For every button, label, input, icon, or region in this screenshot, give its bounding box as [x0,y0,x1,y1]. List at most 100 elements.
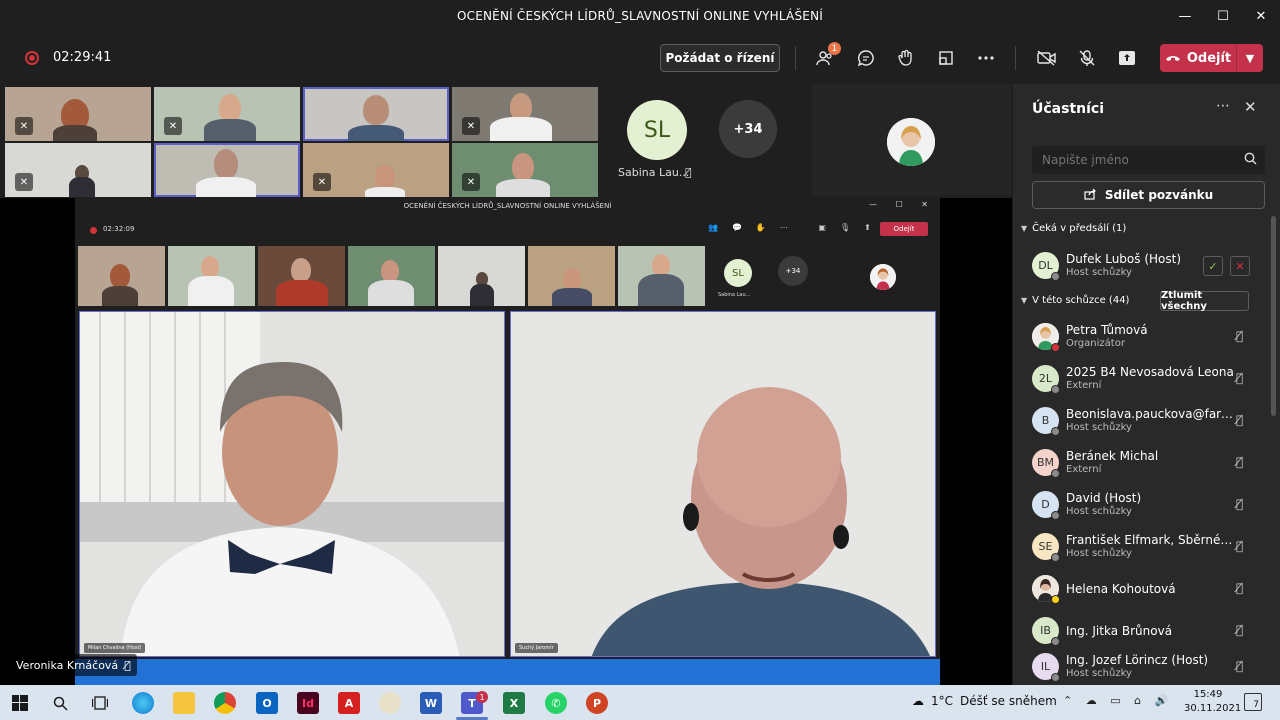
participant-item[interactable]: IL Ing. Jozef Lörincz (Host) Host schůzk… [1032,650,1262,684]
video-tile[interactable]: ✕ [5,87,151,141]
maximize-button[interactable]: ☐ [1204,0,1242,32]
panel-scrollbar[interactable] [1271,216,1276,416]
mic-off-icon[interactable]: 🎙̸ [1236,581,1243,595]
lobby-section-header[interactable]: ▼ Čeká v předsálí (1) [1021,223,1126,234]
search-icon[interactable] [49,692,71,714]
recording-icon [90,227,97,234]
mic-off-icon[interactable]: 🎙̸ [1236,413,1243,427]
meeting-timer: 02:29:41 [53,50,112,65]
share-invite-label: Sdílet pozvánku [1104,188,1214,202]
participant-name: Beonislava.pauckova@farmak... [1066,407,1236,421]
video-tile[interactable]: ✕ [154,87,300,141]
participant-search[interactable] [1032,146,1265,174]
mic-off-icon: ✕ [15,117,33,135]
presenter-name-label: Veronika Krnáčová 🎙̸ [10,654,137,676]
paint-icon[interactable] [379,692,401,714]
video-tile-active[interactable] [303,87,449,141]
mic-off-icon[interactable]: 🎙̸ [1236,329,1243,343]
shared-video-tile [618,246,705,306]
notification-center-icon[interactable]: 7 [1244,693,1262,711]
participant-role: Host schůzky [1066,506,1132,517]
reactions-icon[interactable] [892,44,920,72]
participant-item[interactable]: IB Ing. Jitka Brůnová 🎙̸ [1032,614,1262,648]
mute-all-button[interactable]: Ztlumit všechny [1160,290,1249,312]
more-participants-button[interactable]: +34 [719,100,777,158]
shared-toolbar-icons: 👥💬✋⋯ ▣🎙⬆ [708,223,885,232]
participant-item[interactable]: BM Beránek Michal Externí 🎙̸ [1032,446,1262,480]
mic-off-icon[interactable]: 🎙̸ [1236,659,1243,673]
search-input[interactable] [1042,153,1232,167]
shared-screen: OCENĚNÍ ČESKÝCH LÍDRŮ_SLAVNOSTNÍ ONLINE … [75,198,940,685]
clock-time: 15:49 [1193,689,1223,700]
outlook-icon[interactable]: O [256,692,278,714]
edge-icon[interactable] [132,692,154,714]
clock[interactable]: 15:49 30.11.2021 [1184,688,1241,716]
mic-off-icon[interactable] [1073,44,1101,72]
excel-icon[interactable]: X [503,692,525,714]
self-video-tile[interactable] [812,84,1012,196]
mic-off-icon[interactable]: 🎙̸ [1236,539,1243,553]
leave-button[interactable]: Odejít ▼ [1160,44,1263,72]
participant-item[interactable]: D David (Host) Host schůzky 🎙̸ [1032,488,1262,522]
word-icon[interactable]: W [420,692,442,714]
system-tray[interactable]: ⌃ ☁ ▭ ⌂ 🔊 [1063,694,1173,707]
video-tile[interactable]: ✕ [303,143,449,197]
participant-role: Externí [1066,464,1102,475]
close-icon[interactable]: ✕ [1244,98,1257,116]
chevron-down-icon[interactable]: ▼ [1236,44,1263,72]
mic-off-icon[interactable]: 🎙̸ [1236,455,1243,469]
chat-icon[interactable] [852,44,880,72]
participant-item[interactable]: Helena Kohoutová 🎙̸ [1032,572,1262,606]
task-view-icon[interactable] [89,692,111,714]
video-tile[interactable]: ✕ [5,143,151,197]
avatar[interactable]: SL [627,100,687,160]
powerpoint-icon[interactable]: P [586,692,608,714]
camera-off-icon[interactable] [1033,44,1061,72]
indesign-icon[interactable]: Id [297,692,319,714]
participant-item[interactable]: 2L 2025 B4 Nevosadová Leona Externí 🎙̸ [1032,362,1262,396]
participants-icon[interactable]: 1 [811,42,841,72]
close-button[interactable]: ✕ [1242,0,1280,32]
chrome-icon[interactable] [214,692,236,714]
leave-main[interactable]: Odejít [1160,44,1236,72]
video-tile-active[interactable] [154,143,300,197]
window-title: OCENĚNÍ ČESKÝCH LÍDRŮ_SLAVNOSTNÍ ONLINE … [457,9,823,23]
acrobat-icon[interactable]: A [338,692,360,714]
main-video-right: Suchý Jaromír [510,311,936,657]
shared-video-tile [258,246,345,306]
meeting-section-header[interactable]: ▼ V této schůzce (44) [1021,295,1129,306]
participant-name: 2025 B4 Nevosadová Leona [1066,365,1234,379]
explorer-icon[interactable] [173,692,195,714]
mic-off-icon[interactable]: 🎙̸ [1236,497,1243,511]
share-screen-icon[interactable] [1113,44,1141,72]
participant-name: David (Host) [1066,491,1142,505]
minimize-button[interactable]: — [1166,0,1204,32]
participant-item[interactable]: SE František Elfmark, Sběrné sur... Host… [1032,530,1262,564]
more-icon[interactable]: ⋯ [1216,98,1230,114]
presence-icon [1051,343,1060,352]
admit-button[interactable]: ✓ [1203,256,1223,276]
start-icon[interactable] [9,692,31,714]
deny-button[interactable]: ✕ [1230,256,1250,276]
title-bar: OCENĚNÍ ČESKÝCH LÍDRŮ_SLAVNOSTNÍ ONLINE … [0,0,1280,32]
recording-icon [25,51,39,65]
video-tile[interactable]: ✕ [452,87,598,141]
shared-video-tile [78,246,165,306]
weather-widget[interactable]: ☁ 1°C Déšť se sněhem [912,694,1057,708]
mic-off-icon[interactable]: 🎙̸ [1236,371,1243,385]
participant-item[interactable]: Petra Tůmová Organizátor 🎙̸ [1032,320,1262,354]
presence-icon [1051,673,1060,682]
mic-off-icon: ✕ [164,117,182,135]
request-control-button[interactable]: Požádat o řízení [660,44,780,72]
share-invite-button[interactable]: Sdílet pozvánku [1032,181,1265,209]
mic-off-icon[interactable]: 🎙̸ [1236,623,1243,637]
participant-item[interactable]: B Beonislava.pauckova@farmak... Host sch… [1032,404,1262,438]
lobby-participant[interactable]: DL Dufek Luboš (Host) Host schůzky [1032,249,1262,283]
more-icon[interactable] [972,44,1000,72]
participant-name: Petra Tůmová [1066,323,1148,337]
shared-content-stage: OCENĚNÍ ČESKÝCH LÍDRŮ_SLAVNOSTNÍ ONLINE … [0,198,1012,685]
participant-role: Host schůzky [1066,267,1132,278]
whatsapp-icon[interactable]: ✆ [545,692,567,714]
rooms-icon[interactable] [932,44,960,72]
video-tile[interactable]: ✕ [452,143,598,197]
